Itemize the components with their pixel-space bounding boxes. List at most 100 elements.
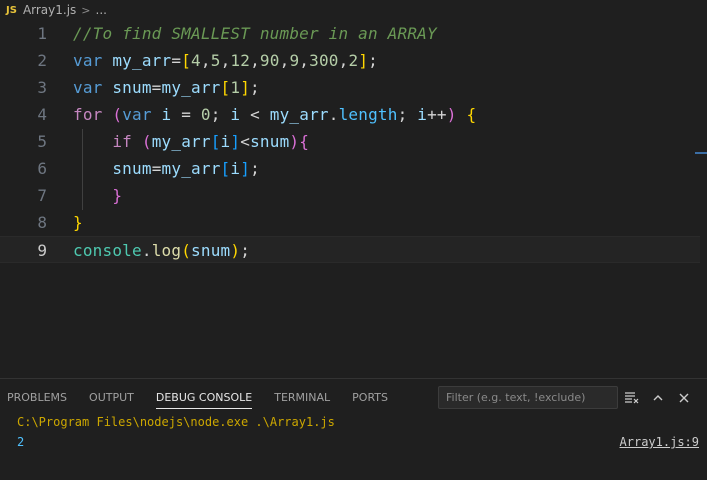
code-editor[interactable]: 1 //To find SMALLEST number in an ARRAY … <box>0 20 707 378</box>
identifier-token: snum <box>102 78 152 97</box>
code-line[interactable]: 6 snum=my_arr[i]; <box>0 155 700 182</box>
code-line[interactable]: 4 for (var i = 0; i < my_arr.length; i++… <box>0 101 700 128</box>
code-text[interactable]: //To find SMALLEST number in an ARRAY <box>73 20 437 47</box>
bracket-token: [ <box>181 51 192 70</box>
identifier-token: my_arr <box>161 78 221 97</box>
code-line[interactable]: 5 if (my_arr[i]<snum){ <box>0 128 700 155</box>
bracket-token: ] <box>240 159 251 178</box>
chevron-up-icon[interactable] <box>648 388 668 408</box>
identifier-token: snum <box>112 159 152 178</box>
bracket-token: ( <box>112 105 123 124</box>
code-line[interactable]: 3 var snum=my_arr[1]; <box>0 74 700 101</box>
number-token: 300 <box>309 51 339 70</box>
bracket-token: ( <box>141 132 152 151</box>
code-line[interactable]: 7 } <box>0 182 700 209</box>
identifier-token: snum <box>250 132 290 151</box>
punctuation-token: ; <box>397 105 418 124</box>
tab-problems[interactable]: PROBLEMS <box>7 379 67 415</box>
operator-token: ++ <box>427 105 447 124</box>
clear-console-icon[interactable] <box>622 388 642 408</box>
code-line[interactable]: 1 //To find SMALLEST number in an ARRAY <box>0 20 700 47</box>
identifier-token: i <box>151 105 182 124</box>
indent-token <box>73 132 112 151</box>
identifier-token: i <box>230 105 241 124</box>
property-token: length <box>338 105 398 124</box>
breadcrumb-ellipsis[interactable]: ... <box>96 3 107 17</box>
close-icon[interactable] <box>674 388 694 408</box>
punctuation-token: , <box>338 51 349 70</box>
filter-input[interactable] <box>438 386 618 409</box>
bracket-token: } <box>112 186 123 205</box>
operator-token: = <box>181 105 192 124</box>
function-token: log <box>151 241 182 260</box>
bracket-token: [ <box>220 159 231 178</box>
identifier-token: i <box>417 105 428 124</box>
line-number: 4 <box>37 105 47 124</box>
console-command-line: C:\Program Files\nodejs\node.exe .\Array… <box>17 415 335 429</box>
code-line-active[interactable]: 9 console.log(snum); <box>0 236 700 263</box>
identifier-token: i <box>230 159 241 178</box>
line-number: 2 <box>37 51 47 70</box>
number-token: 5 <box>210 51 221 70</box>
code-line[interactable]: 2 var my_arr=[4,5,12,90,9,300,2]; <box>0 47 700 74</box>
console-source-link[interactable]: Array1.js:9 <box>620 435 699 449</box>
code-text[interactable]: } <box>73 182 122 209</box>
number-token: 12 <box>230 51 251 70</box>
indent-token <box>73 186 112 205</box>
line-number: 5 <box>37 132 47 151</box>
number-token: 1 <box>230 78 241 97</box>
bracket-token: ] <box>230 132 241 151</box>
console-output-value: 2 <box>17 435 25 449</box>
bracket-token: ] <box>240 78 251 97</box>
bracket-token: { <box>299 132 310 151</box>
identifier-token: snum <box>191 241 231 260</box>
operator-token: = <box>171 51 182 70</box>
punctuation-token: , <box>200 51 211 70</box>
operator-token: < <box>240 132 251 151</box>
punctuation-token: ; <box>210 105 231 124</box>
breadcrumb-separator: > <box>81 3 91 17</box>
punctuation-token: ; <box>368 51 378 70</box>
tab-debug-console[interactable]: DEBUG CONSOLE <box>155 379 253 415</box>
bracket-token: } <box>73 213 83 232</box>
code-text[interactable]: snum=my_arr[i]; <box>73 155 260 182</box>
code-text[interactable]: var snum=my_arr[1]; <box>73 74 260 101</box>
bracket-token: ) <box>289 132 300 151</box>
number-token: 2 <box>348 51 359 70</box>
punctuation-token: , <box>279 51 290 70</box>
code-line[interactable]: 8 } <box>0 209 700 236</box>
tab-ports[interactable]: PORTS <box>352 379 388 415</box>
keyword-token: var <box>73 78 103 97</box>
code-text[interactable]: if (my_arr[i]<snum){ <box>73 128 309 155</box>
line-number: 7 <box>37 186 47 205</box>
number-token: 90 <box>259 51 280 70</box>
keyword-token: for <box>73 105 103 124</box>
close-icon-svg <box>679 393 689 403</box>
keyword-token: if <box>112 132 133 151</box>
keyword-token: var <box>122 105 152 124</box>
operator-token: < <box>240 105 270 124</box>
identifier-token: i <box>220 132 231 151</box>
tab-output[interactable]: OUTPUT <box>89 379 134 415</box>
bracket-token: [ <box>220 78 231 97</box>
code-text[interactable]: } <box>73 209 83 236</box>
punctuation-token: , <box>220 51 231 70</box>
breadcrumb-file[interactable]: Array1.js <box>23 3 76 17</box>
bracket-token: ] <box>358 51 369 70</box>
tab-terminal[interactable]: TERMINAL <box>274 379 330 415</box>
javascript-file-icon: JS <box>6 4 17 16</box>
bracket-token: ) <box>230 241 241 260</box>
punctuation-token: ; <box>240 241 251 260</box>
number-token: 0 <box>200 105 211 124</box>
identifier-token: my_arr <box>269 105 329 124</box>
code-text[interactable]: var my_arr=[4,5,12,90,9,300,2]; <box>73 47 378 74</box>
punctuation-token: , <box>299 51 310 70</box>
code-text[interactable]: console.log(snum); <box>73 237 250 264</box>
operator-token: = <box>151 159 162 178</box>
code-text[interactable]: for (var i = 0; i < my_arr.length; i++) … <box>73 101 476 128</box>
punctuation-token: , <box>250 51 260 70</box>
indent-token <box>73 159 112 178</box>
